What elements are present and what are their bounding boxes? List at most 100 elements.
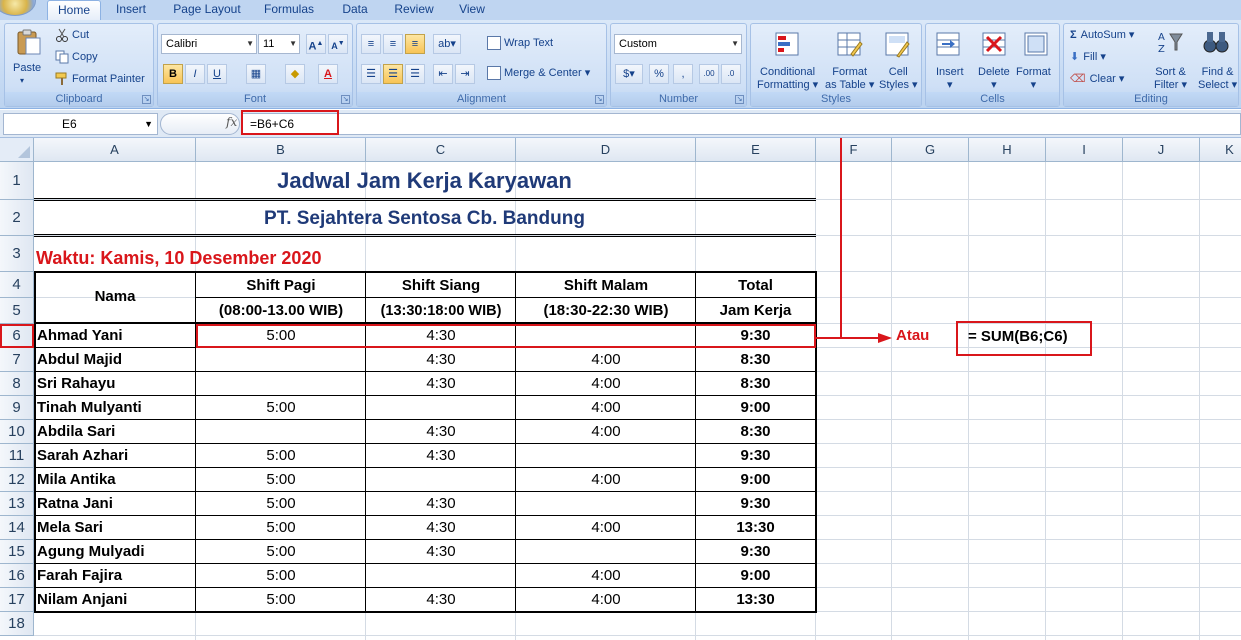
cell-total[interactable]: 8:30 (696, 372, 815, 396)
row-header-2[interactable]: 2 (0, 200, 34, 236)
cell-nama[interactable]: Tinah Mulyanti (34, 396, 196, 420)
cell-total[interactable]: 13:30 (696, 516, 815, 540)
insert-button[interactable]: Insert ▾ (936, 66, 964, 92)
cell-siang[interactable]: 4:30 (366, 516, 516, 540)
tab-home[interactable]: Home (47, 0, 101, 20)
cell-total[interactable]: 13:30 (696, 588, 815, 612)
clipboard-launcher-icon[interactable]: ↘ (142, 95, 151, 104)
shrink-font-button[interactable]: A▼ (328, 34, 348, 54)
cell-malam[interactable]: 4:00 (516, 372, 696, 396)
row-header-10[interactable]: 10 (0, 420, 34, 444)
bold-button[interactable]: B (163, 64, 183, 84)
row-header-14[interactable]: 14 (0, 516, 34, 540)
cell-siang[interactable]: 4:30 (366, 540, 516, 564)
cell-total[interactable]: 9:30 (696, 324, 815, 348)
column-header-b[interactable]: B (196, 138, 366, 162)
cell-styles-button[interactable]: Cell Styles ▾ (879, 66, 918, 92)
cell-pagi[interactable]: 5:00 (196, 492, 366, 516)
align-right-icon[interactable]: ☰ (405, 64, 425, 84)
cell-siang[interactable] (366, 468, 516, 492)
orientation-icon[interactable]: ab▾ (433, 34, 461, 54)
row-header-5[interactable]: 5 (0, 298, 34, 324)
underline-button[interactable]: U (207, 64, 227, 84)
decrease-decimal-icon[interactable]: .0 (721, 64, 741, 84)
column-header-e[interactable]: E (696, 138, 816, 162)
alignment-launcher-icon[interactable]: ↘ (595, 95, 604, 104)
cell-malam[interactable]: 4:00 (516, 468, 696, 492)
format-as-table-button[interactable]: Format as Table ▾ (825, 66, 874, 92)
font-name-select[interactable]: Calibri ▼ (161, 34, 257, 54)
tab-page-layout[interactable]: Page Layout (166, 0, 248, 20)
select-all-corner[interactable] (0, 138, 34, 162)
font-color-button[interactable]: A (318, 64, 338, 84)
column-header-j[interactable]: J (1123, 138, 1200, 162)
tab-data[interactable]: Data (333, 0, 377, 20)
cell-total[interactable]: 9:30 (696, 540, 815, 564)
cell-siang[interactable] (366, 564, 516, 588)
cell-pagi[interactable]: 5:00 (196, 588, 366, 612)
cell-malam[interactable] (516, 324, 696, 348)
clear-button[interactable]: ⌫ Clear ▾ (1070, 72, 1124, 85)
office-button[interactable] (0, 0, 36, 16)
align-left-icon[interactable]: ☰ (361, 64, 381, 84)
tab-formulas[interactable]: Formulas (256, 0, 322, 20)
conditional-formatting-button[interactable]: Conditional Formatting ▾ (757, 66, 818, 92)
cell-nama[interactable]: Sri Rahayu (34, 372, 196, 396)
column-header-g[interactable]: G (892, 138, 969, 162)
cell-pagi[interactable]: 5:00 (196, 396, 366, 420)
row-header-6[interactable]: 6 (0, 324, 34, 348)
cell-nama[interactable]: Sarah Azhari (34, 444, 196, 468)
cell-total[interactable]: 9:00 (696, 396, 815, 420)
autosum-button[interactable]: Σ AutoSum ▾ (1070, 28, 1134, 41)
column-header-i[interactable]: I (1046, 138, 1123, 162)
fill-button[interactable]: ⬇ Fill ▾ (1070, 50, 1106, 63)
copy-button[interactable]: Copy (55, 50, 98, 64)
cell-malam[interactable]: 4:00 (516, 516, 696, 540)
sheet-title[interactable]: Jadwal Jam Kerja Karyawan (34, 162, 815, 199)
borders-button[interactable]: ▦ (246, 64, 266, 84)
formula-input[interactable]: =B6+C6 (241, 113, 1241, 135)
name-box[interactable]: E6 ▼ (3, 113, 158, 135)
cell-malam[interactable] (516, 540, 696, 564)
row-header-7[interactable]: 7 (0, 348, 34, 372)
row-header-13[interactable]: 13 (0, 492, 34, 516)
grow-font-button[interactable]: A▲ (306, 34, 326, 54)
increase-indent-icon[interactable]: ⇥ (455, 64, 475, 84)
cell-pagi[interactable]: 5:00 (196, 564, 366, 588)
cell-siang[interactable]: 4:30 (366, 348, 516, 372)
row-header-15[interactable]: 15 (0, 540, 34, 564)
row-header-1[interactable]: 1 (0, 162, 34, 200)
comma-icon[interactable]: , (673, 64, 693, 84)
cell-malam[interactable] (516, 492, 696, 516)
cell-malam[interactable] (516, 444, 696, 468)
column-header-h[interactable]: H (969, 138, 1046, 162)
row-header-11[interactable]: 11 (0, 444, 34, 468)
cell-nama[interactable]: Abdila Sari (34, 420, 196, 444)
column-header-c[interactable]: C (366, 138, 516, 162)
cell-total[interactable]: 9:00 (696, 468, 815, 492)
cell-nama[interactable]: Ratna Jani (34, 492, 196, 516)
decrease-indent-icon[interactable]: ⇤ (433, 64, 453, 84)
format-painter-button[interactable]: Format Painter (55, 72, 145, 86)
insert-function-icon[interactable]: fx (226, 115, 237, 129)
fill-color-icon[interactable]: ◆ (285, 64, 305, 84)
align-top-icon[interactable]: ≡ (361, 34, 381, 54)
cell-pagi[interactable]: 5:00 (196, 444, 366, 468)
merge-center-button[interactable]: Merge & Center ▾ (487, 66, 590, 81)
cell-malam[interactable]: 4:00 (516, 588, 696, 612)
row-header-4[interactable]: 4 (0, 272, 34, 298)
cut-button[interactable]: Cut (55, 28, 89, 42)
row-header-16[interactable]: 16 (0, 564, 34, 588)
row-header-12[interactable]: 12 (0, 468, 34, 492)
number-format-select[interactable]: Custom ▼ (614, 34, 742, 54)
cell-pagi[interactable]: 5:00 (196, 516, 366, 540)
header-shift-pagi[interactable]: Shift Pagi (196, 272, 366, 298)
percent-icon[interactable]: % (649, 64, 669, 84)
cell-siang[interactable]: 4:30 (366, 324, 516, 348)
cell-siang[interactable]: 4:30 (366, 444, 516, 468)
cell-pagi[interactable] (196, 420, 366, 444)
column-header-a[interactable]: A (34, 138, 196, 162)
number-launcher-icon[interactable]: ↘ (735, 95, 744, 104)
sort-filter-button[interactable]: Sort & Filter ▾ (1154, 66, 1187, 92)
cell-nama[interactable]: Mila Antika (34, 468, 196, 492)
